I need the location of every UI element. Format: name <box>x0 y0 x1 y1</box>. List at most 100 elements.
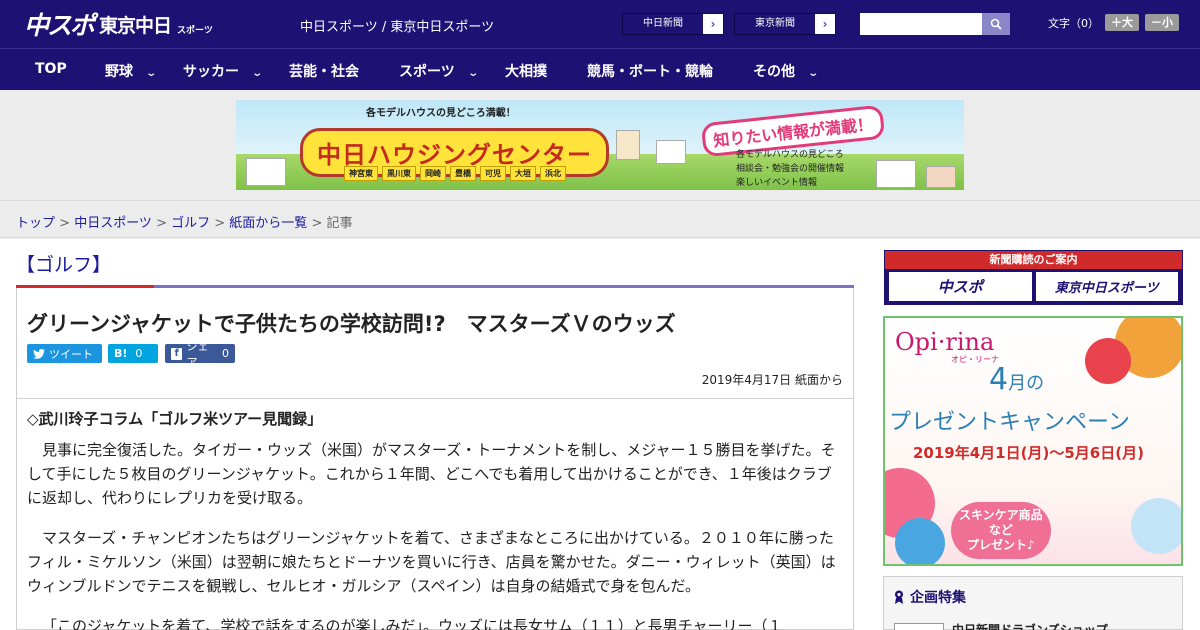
search-input[interactable] <box>860 13 982 35</box>
tweet-button[interactable]: ツイート <box>27 344 102 363</box>
article-container: グリーンジャケットで子供たちの学校訪問!? マスターズＶのウッズ ツイート B!… <box>16 288 854 630</box>
ad-note: スキンケア商品 など プレゼント♪ <box>951 502 1051 559</box>
nav-soccer-label: サッカー <box>183 64 239 80</box>
facebook-share-count: 0 <box>222 347 229 360</box>
font-larger-button[interactable]: ＋大 <box>1105 14 1139 31</box>
opirina-campaign-ad[interactable]: Opi·rina オピ・リーナ 4月の プレゼントキャンペーン 2019年4月1… <box>883 316 1183 566</box>
nav-baseball[interactable]: 野球 ⌄ <box>105 61 158 81</box>
font-size-controls: 文字（0） ＋大 －小 <box>1048 14 1179 31</box>
article-paragraph: 「このジャケットを着て、学校で話をするのが楽しみだ」。ウッズには長女サム（１１）… <box>42 617 783 630</box>
breadcrumb-chunichi-sports[interactable]: 中日スポーツ <box>74 216 152 231</box>
city-tag: 黒川東 <box>382 166 416 181</box>
search-form <box>860 13 1010 35</box>
facebook-share-label: シェア <box>186 339 209 369</box>
site-logo[interactable]: 中スポ 東京中日 スポーツ <box>24 6 213 42</box>
nav-sports[interactable]: スポーツ ⌄ <box>399 61 479 81</box>
hatena-count: 0 <box>135 347 143 360</box>
column-title: ◇武川玲子コラム「ゴルフ米ツアー見聞録」 <box>27 410 323 428</box>
chevron-down-icon: ⌄ <box>807 68 820 79</box>
nav-other-label: その他 <box>753 64 795 80</box>
ad-note-line: など <box>988 523 1013 537</box>
banner-list-item: 相談会・勉強会の開催情報 <box>736 164 845 174</box>
article-category: 【ゴルフ】 <box>16 254 112 276</box>
city-tag: 大垣 <box>510 166 536 181</box>
ad-month-number: 4 <box>989 362 1009 397</box>
ad-month-suffix: 月の <box>1008 373 1045 394</box>
city-tag: 岡崎 <box>420 166 446 181</box>
house-illustration <box>926 166 956 188</box>
font-size-label: 文字（0） <box>1048 16 1099 30</box>
breadcrumb-sep: > <box>151 216 172 231</box>
chevron-down-icon: ⌄ <box>467 68 479 79</box>
chevron-down-icon: ⌄ <box>251 68 264 79</box>
feature-item-label: 中日新聞ドラゴンズショップ <box>952 623 1108 630</box>
house-illustration <box>876 160 916 188</box>
nav-racing[interactable]: 競馬・ボート・競輪 <box>587 61 713 81</box>
banner-top-text: 各モデルハウスの見どころ満載！ <box>366 108 516 119</box>
nav-sports-label: スポーツ <box>399 64 455 80</box>
ad-note-line: スキンケア商品 <box>959 508 1043 522</box>
breadcrumb-sep: > <box>210 216 230 231</box>
hatena-icon: B! <box>114 347 128 360</box>
ad-brand: Opi·rina <box>895 328 995 356</box>
city-tag: 神宮東 <box>344 166 378 181</box>
nav-top[interactable]: TOP <box>35 61 67 77</box>
article-date: 2019年4月17日 紙面から <box>701 373 843 387</box>
subscribe-chuspo-button[interactable]: 中スポ <box>889 272 1032 301</box>
subscribe-tokyo-chunichi-button[interactable]: 東京中日スポーツ <box>1035 272 1178 301</box>
site-name-link[interactable]: 中日スポーツ / 東京中日スポーツ <box>300 16 494 35</box>
nav-sumo[interactable]: 大相撲 <box>505 61 547 81</box>
chevron-down-icon: ⌄ <box>145 68 158 79</box>
breadcrumb-current: 記事 <box>326 216 353 231</box>
article-paragraph: 見事に完全復活した。タイガー・ウッズ（米国）がマスターズ・トーナメントを制し、メ… <box>27 441 836 507</box>
ad-title: プレゼントキャンペーン <box>889 410 1130 435</box>
feature-heading-label: 企画特集 <box>910 590 966 606</box>
chunichi-shimbun-label: 中日新聞 <box>623 14 703 34</box>
logo-tokyo-chunichi: 東京中日 <box>99 14 172 37</box>
house-illustration <box>656 140 686 164</box>
chevron-right-icon: › <box>710 17 716 31</box>
breadcrumb: トップ > 中日スポーツ > ゴルフ > 紙面から一覧 > 記事 <box>16 212 353 231</box>
ad-date: 2019年4月1日(月)～5月6日(月) <box>913 444 1144 462</box>
hatena-bookmark-button[interactable]: B! 0 <box>108 344 158 363</box>
housing-center-banner[interactable]: 各モデルハウスの見どころ満載！ 中日ハウジングセンター 神宮東 黒川東 岡崎 豊… <box>236 100 964 190</box>
breadcrumb-sep: > <box>55 216 75 231</box>
nav-baseball-label: 野球 <box>105 64 133 80</box>
tokyo-shimbun-button[interactable]: 東京新聞 › <box>734 13 836 35</box>
banner-list: 各モデルハウスの見どころ 相談会・勉強会の開催情報 楽しいイベント情報 <box>736 148 844 190</box>
nav-soccer[interactable]: サッカー ⌄ <box>183 61 264 81</box>
nav-entertainment-label: 芸能・社会 <box>289 64 359 80</box>
ribbon-icon <box>895 590 903 604</box>
flower-decoration <box>1085 338 1131 384</box>
main-nav: TOP 野球 ⌄ サッカー ⌄ 芸能・社会 スポーツ ⌄ 大相撲 競馬・ボート・競輪 … <box>0 48 1200 90</box>
logo-chuspo: 中スポ <box>24 11 95 40</box>
feature-thumbnail <box>894 622 944 630</box>
city-tag: 浜北 <box>540 166 566 181</box>
nav-top-label: TOP <box>35 61 67 77</box>
tweet-label: ツイート <box>49 347 93 361</box>
search-button[interactable] <box>982 13 1010 35</box>
subscription-logos: 中スポ 東京中日スポーツ <box>885 269 1182 304</box>
subscription-heading: 新聞購読のご案内 <box>885 251 1182 269</box>
house-illustration <box>246 158 286 186</box>
font-smaller-button[interactable]: －小 <box>1145 14 1179 31</box>
article-headline: グリーンジャケットで子供たちの学校訪問!? マスターズＶのウッズ <box>27 312 676 336</box>
banner-list-item: 各モデルハウスの見どころ <box>736 150 844 160</box>
tokyo-shimbun-label: 東京新聞 <box>735 14 815 34</box>
banner-area: 各モデルハウスの見どころ満載！ 中日ハウジングセンター 神宮東 黒川東 岡崎 豊… <box>0 90 1200 200</box>
nav-entertainment[interactable]: 芸能・社会 <box>289 61 359 81</box>
chunichi-shimbun-button[interactable]: 中日新聞 › <box>622 13 724 35</box>
breadcrumb-paper-list[interactable]: 紙面から一覧 <box>229 216 307 231</box>
banner-cities: 神宮東 黒川東 岡崎 豊橋 可児 大垣 浜北 <box>344 166 566 181</box>
flower-decoration <box>895 518 945 564</box>
house-illustration <box>616 130 640 160</box>
facebook-share-button[interactable]: f シェア 0 <box>165 340 235 369</box>
breadcrumb-top[interactable]: トップ <box>16 216 55 231</box>
feature-section: 企画特集 中日新聞ドラゴンズショップ <box>883 576 1183 630</box>
city-tag: 可児 <box>480 166 506 181</box>
subscription-box[interactable]: 新聞購読のご案内 中スポ 東京中日スポーツ <box>884 250 1183 305</box>
feature-item-dragons-shop[interactable]: 中日新聞ドラゴンズショップ <box>894 621 1108 630</box>
nav-other[interactable]: その他 ⌄ <box>753 61 820 81</box>
breadcrumb-golf[interactable]: ゴルフ <box>171 216 210 231</box>
ad-note-line: プレゼント♪ <box>966 538 1035 552</box>
